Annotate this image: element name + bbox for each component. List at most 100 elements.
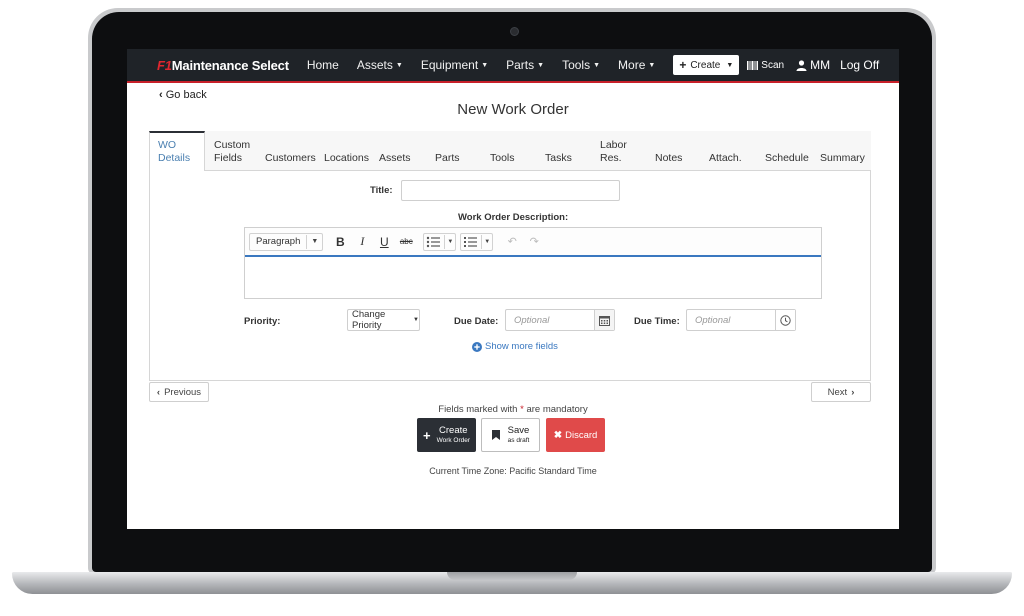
close-icon: ✖ <box>553 429 563 441</box>
save-draft-text: Save as draft <box>508 425 530 445</box>
title-input[interactable] <box>401 180 620 201</box>
bold-button[interactable]: B <box>329 235 351 249</box>
next-button[interactable]: Next › <box>811 382 871 402</box>
chevron-left-icon: ‹ <box>159 89 163 101</box>
tab-label: Custom Fields <box>214 139 251 164</box>
tab-label: Summary <box>820 152 865 164</box>
tab-summary[interactable]: Summary <box>820 131 865 171</box>
tab-label: Locations <box>324 152 369 164</box>
numbered-list-button[interactable]: ▼ <box>460 232 494 251</box>
top-navbar: F1Maintenance Select Home Assets ▼ Equipm… <box>127 49 899 83</box>
underline-button[interactable]: U <box>373 235 395 249</box>
brand-name: Maintenance Select <box>171 57 289 73</box>
caret-down-icon: ▼ <box>537 62 545 70</box>
nav-parts-label: Parts <box>506 58 535 72</box>
editor-content-area[interactable] <box>245 257 821 298</box>
logoff-link[interactable]: Log Off <box>840 58 879 72</box>
tab-label: WO Details <box>158 139 191 164</box>
create-label: Create <box>690 59 721 71</box>
barcode-icon <box>747 60 759 70</box>
due-time-placeholder: Optional <box>695 314 731 326</box>
plus-circle-icon <box>472 341 482 352</box>
tab-label: Attach. <box>709 152 742 164</box>
tab-label: Tasks <box>545 152 572 164</box>
caret-down-icon: ▼ <box>481 62 489 70</box>
redo-icon[interactable]: ↷ <box>523 235 545 248</box>
user-menu[interactable]: MM <box>796 58 830 72</box>
create-work-order-text: Create Work Order <box>437 425 470 445</box>
nav-tools[interactable]: Tools ▼ <box>562 58 600 72</box>
wo-tabs: WO Details Custom Fields Customers Locatio… <box>149 131 871 172</box>
paragraph-label: Paragraph <box>256 236 301 247</box>
tab-tasks[interactable]: Tasks <box>545 131 572 171</box>
priority-label: Priority: <box>244 316 281 327</box>
nav-more-label: More <box>618 58 646 72</box>
nav-more[interactable]: More ▼ <box>618 58 655 72</box>
bookmark-icon <box>491 430 500 440</box>
tab-schedule[interactable]: Schedule <box>765 131 809 171</box>
page-title: New Work Order <box>457 101 569 118</box>
nav-equipment[interactable]: Equipment ▼ <box>421 58 488 72</box>
previous-label: Previous <box>164 386 202 398</box>
change-priority-label: Change Priority <box>352 309 386 331</box>
mandatory-star: * <box>520 404 524 415</box>
save-main-label: Save <box>507 425 530 436</box>
go-back-link[interactable]: ‹ Go back <box>159 89 207 101</box>
create-work-order-button[interactable]: + Create Work Order <box>417 418 476 452</box>
nav-home-label: Home <box>306 58 339 72</box>
brand-logo[interactable]: F1Maintenance Select <box>157 58 289 73</box>
camera-icon <box>510 27 519 36</box>
discard-button[interactable]: ✖ Discard <box>546 418 605 452</box>
tab-attach[interactable]: Attach. <box>709 131 742 171</box>
save-sub-label: as draft <box>507 437 530 444</box>
description-label: Work Order Description: <box>458 212 569 223</box>
description-editor: Paragraph ▼ B I U abc ▼ ▼ ↶ ↷ <box>244 227 822 299</box>
nav-parts[interactable]: Parts ▼ <box>506 58 544 72</box>
discard-label: Discard <box>565 429 598 441</box>
plus-icon: + <box>679 58 687 72</box>
clock-icon[interactable] <box>775 310 795 330</box>
mandatory-prefix: Fields marked with <box>438 404 518 415</box>
nav-assets[interactable]: Assets ▼ <box>357 58 403 72</box>
create-main-label: Create <box>439 425 468 436</box>
due-time-input[interactable]: Optional <box>686 309 796 331</box>
title-label: Title: <box>370 185 393 196</box>
app-screen: F1Maintenance Select Home Assets ▼ Equipm… <box>127 49 899 529</box>
wo-details-panel: Title: Work Order Description: Paragraph… <box>149 171 871 381</box>
previous-button[interactable]: ‹ Previous <box>149 382 209 402</box>
bullet-list-icon <box>427 236 441 247</box>
italic-button[interactable]: I <box>351 234 373 249</box>
tab-label: Parts <box>435 152 460 164</box>
due-date-input[interactable]: Optional <box>505 309 615 331</box>
tab-custom-fields[interactable]: Custom Fields <box>214 131 250 171</box>
save-draft-button[interactable]: Save as draft <box>481 418 540 452</box>
caret-down-icon: ▼ <box>311 238 319 245</box>
due-time-label: Due Time: <box>634 316 680 327</box>
scan-button[interactable]: Scan <box>747 60 784 71</box>
tab-customers[interactable]: Customers <box>265 131 316 171</box>
calendar-icon[interactable] <box>594 310 614 330</box>
nav-home[interactable]: Home <box>307 58 339 72</box>
editor-toolbar: Paragraph ▼ B I U abc ▼ ▼ ↶ ↷ <box>245 228 821 257</box>
tab-notes[interactable]: Notes <box>655 131 682 171</box>
mandatory-suffix: are mandatory <box>526 404 588 415</box>
show-more-fields-link[interactable]: Show more fields <box>472 341 558 352</box>
paragraph-select[interactable]: Paragraph ▼ <box>249 232 324 251</box>
tab-wo-details[interactable]: WO Details <box>149 131 205 172</box>
tab-locations[interactable]: Locations <box>324 131 369 171</box>
chevron-right-icon: › <box>851 386 855 398</box>
change-priority-button[interactable]: Change Priority ▼ <box>347 309 420 331</box>
scan-label: Scan <box>761 59 785 71</box>
bullet-list-button[interactable]: ▼ <box>423 232 457 251</box>
tab-parts[interactable]: Parts <box>435 131 460 171</box>
caret-down-icon: ▼ <box>593 62 601 70</box>
caret-down-icon: ▼ <box>726 61 734 69</box>
undo-icon[interactable]: ↶ <box>501 235 523 248</box>
create-dropdown-button[interactable]: + Create ▼ <box>673 55 740 75</box>
strikethrough-button[interactable]: abc <box>395 237 417 246</box>
tab-tools[interactable]: Tools <box>490 131 515 171</box>
tab-assets[interactable]: Assets <box>379 131 411 171</box>
caret-down-icon: ▼ <box>447 238 454 245</box>
tab-labor-res[interactable]: Labor Res. <box>600 131 627 171</box>
caret-down-icon: ▼ <box>648 62 656 70</box>
